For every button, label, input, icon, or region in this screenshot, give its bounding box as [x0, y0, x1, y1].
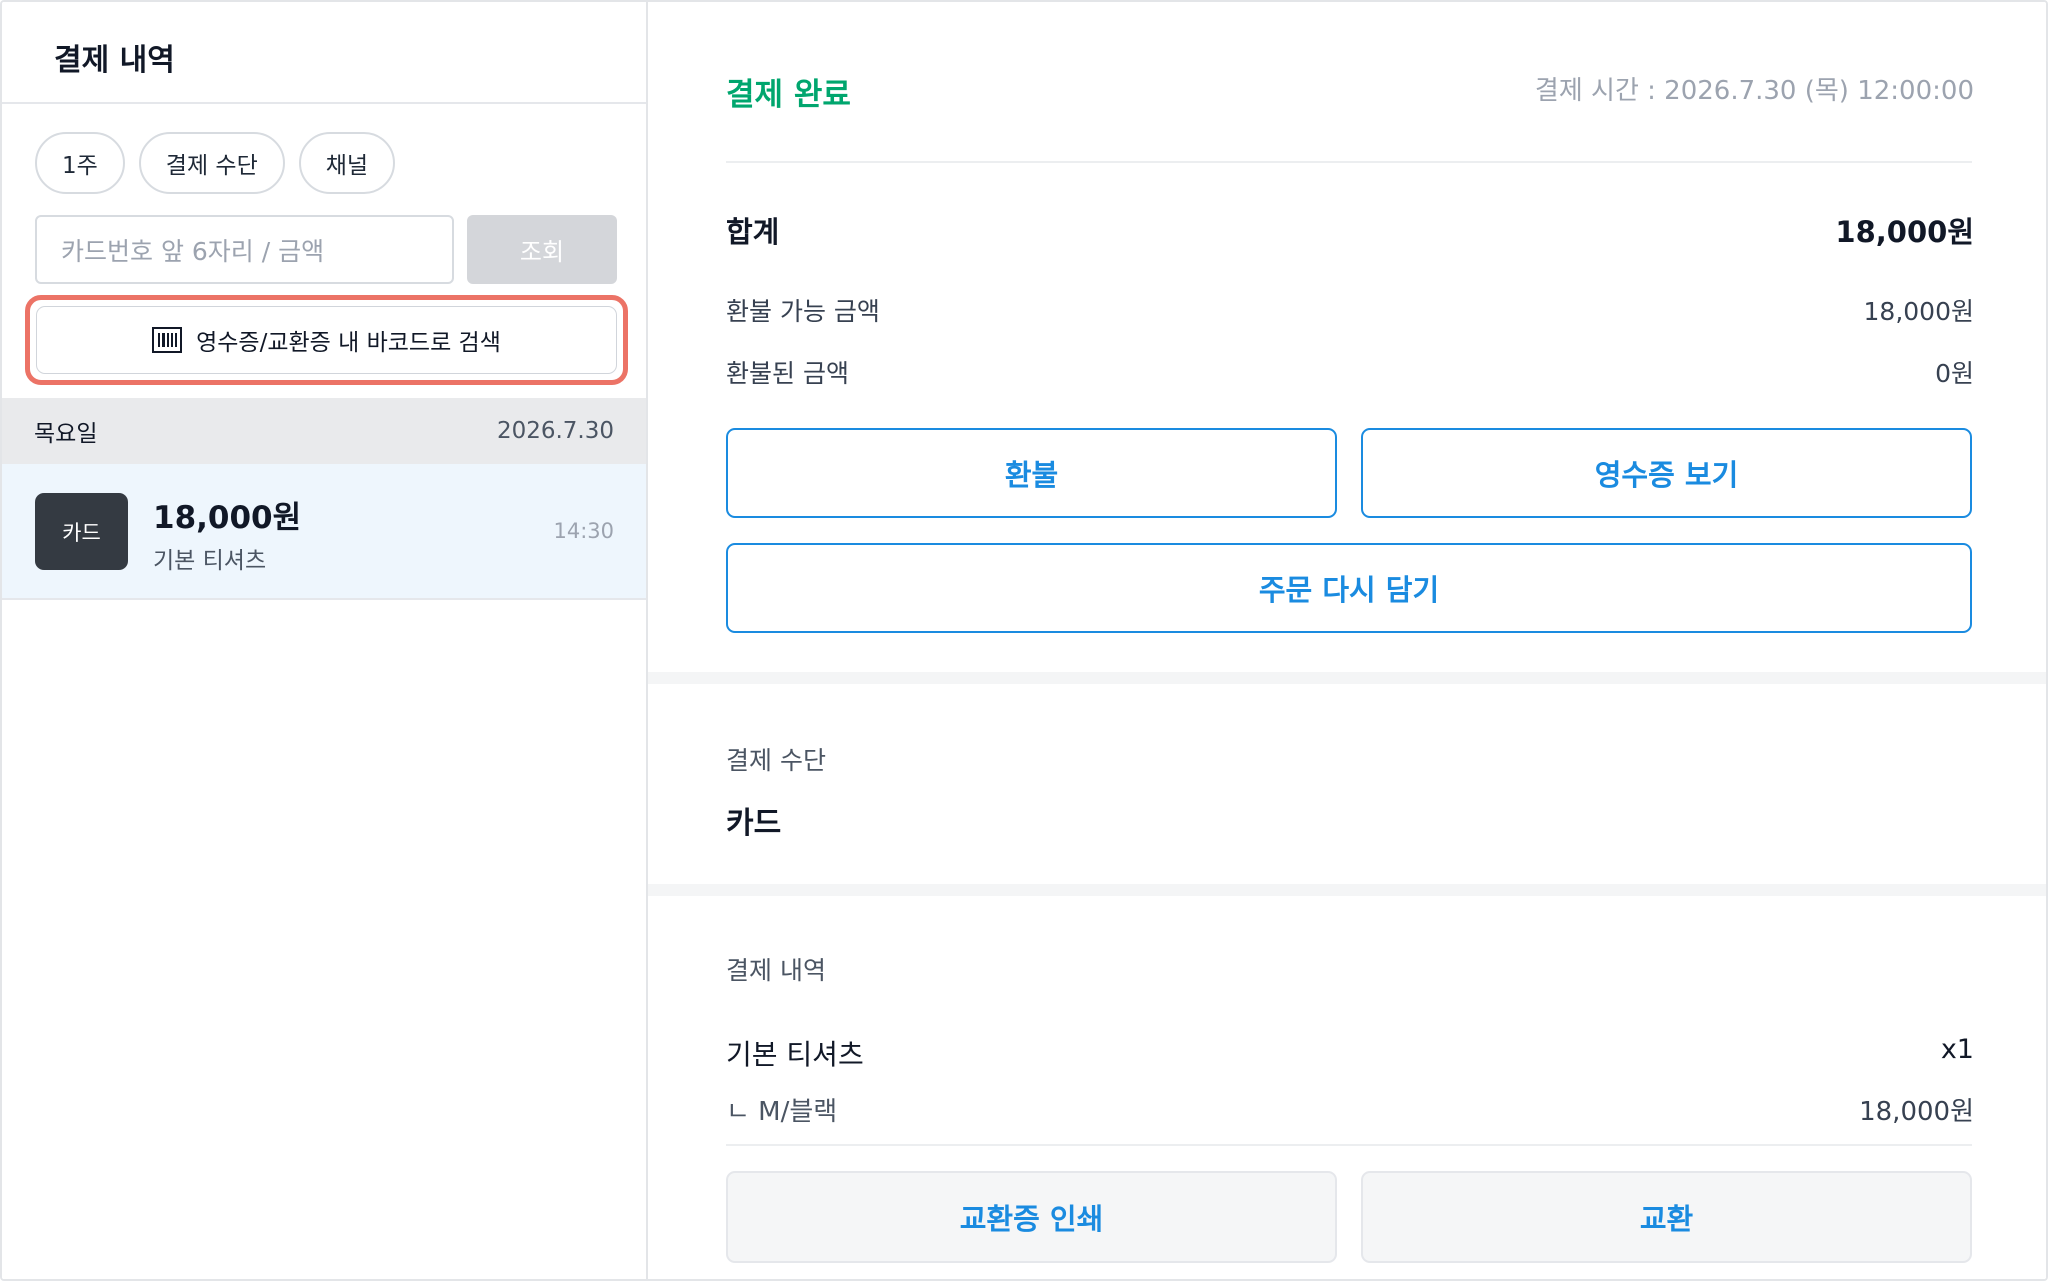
- item-option: ㄴ M/블랙: [726, 1097, 838, 1127]
- payment-type-badge: 카드: [35, 493, 128, 570]
- filter-chip-channel[interactable]: 채널: [298, 132, 396, 194]
- transaction-time: 14:30: [553, 519, 614, 543]
- barcode-search-button[interactable]: 영수증/교환증 내 바코드로 검색: [25, 295, 628, 385]
- refund-button[interactable]: 환불: [726, 428, 1337, 518]
- divider: [726, 1144, 1972, 1146]
- payment-method-value: 카드: [726, 806, 782, 841]
- search-input[interactable]: 카드번호 앞 6자리 / 금액: [35, 215, 454, 284]
- filter-chip-period[interactable]: 1주: [35, 132, 125, 194]
- panel-header: 결제 내역: [2, 2, 646, 104]
- refunded-label: 환불된 금액: [726, 359, 849, 388]
- panel-title: 결제 내역: [54, 43, 175, 78]
- payment-time: 결제 시간 : 2026.7.30 (목) 12:00:00: [1534, 76, 1974, 106]
- print-exchange-button[interactable]: 교환증 인쇄: [726, 1171, 1337, 1263]
- transaction-amount: 18,000원: [153, 500, 302, 536]
- reorder-button[interactable]: 주문 다시 담기: [726, 543, 1972, 633]
- payment-method-label: 결제 수단: [726, 746, 826, 775]
- search-button[interactable]: 조회: [467, 215, 617, 284]
- item-price: 18,000원: [1859, 1097, 1974, 1127]
- refundable-value: 18,000원: [1863, 297, 1974, 326]
- history-label: 결제 내역: [726, 956, 826, 985]
- app-window: 결제 내역 1주 결제 수단 채널 카드번호 앞 6자리 / 금액 조회 영수증…: [0, 0, 2048, 1281]
- item-quantity: x1: [1940, 1034, 1974, 1065]
- refundable-label: 환불 가능 금액: [726, 297, 880, 326]
- transaction-description: 기본 티셔츠: [153, 548, 267, 574]
- payment-detail-panel: 결제 완료 결제 시간 : 2026.7.30 (목) 12:00:00 합계 …: [648, 2, 2046, 1279]
- item-name: 기본 티셔츠: [726, 1038, 864, 1071]
- divider: [726, 161, 1972, 163]
- day-date: 2026.7.30: [496, 418, 614, 444]
- filter-chip-payment-method[interactable]: 결제 수단: [138, 132, 285, 194]
- day-name: 목요일: [34, 421, 98, 447]
- exchange-button[interactable]: 교환: [1361, 1171, 1972, 1263]
- section-divider: [648, 884, 2046, 896]
- filter-chips: 1주 결제 수단 채널: [35, 132, 396, 194]
- total-value: 18,000원: [1835, 215, 1974, 249]
- transaction-list-item[interactable]: 카드 18,000원 기본 티셔츠 14:30: [2, 464, 646, 600]
- payment-status: 결제 완료: [726, 77, 851, 113]
- section-divider: [648, 672, 2046, 684]
- payment-history-panel: 결제 내역 1주 결제 수단 채널 카드번호 앞 6자리 / 금액 조회 영수증…: [2, 2, 648, 1279]
- day-group-header: 목요일 2026.7.30: [2, 398, 646, 464]
- search-row: 카드번호 앞 6자리 / 금액 조회: [35, 215, 617, 284]
- total-label: 합계: [726, 215, 780, 249]
- view-receipt-button[interactable]: 영수증 보기: [1361, 428, 1972, 518]
- barcode-icon: [152, 327, 183, 353]
- barcode-search-label: 영수증/교환증 내 바코드로 검색: [196, 330, 501, 356]
- refunded-value: 0원: [1935, 359, 1974, 388]
